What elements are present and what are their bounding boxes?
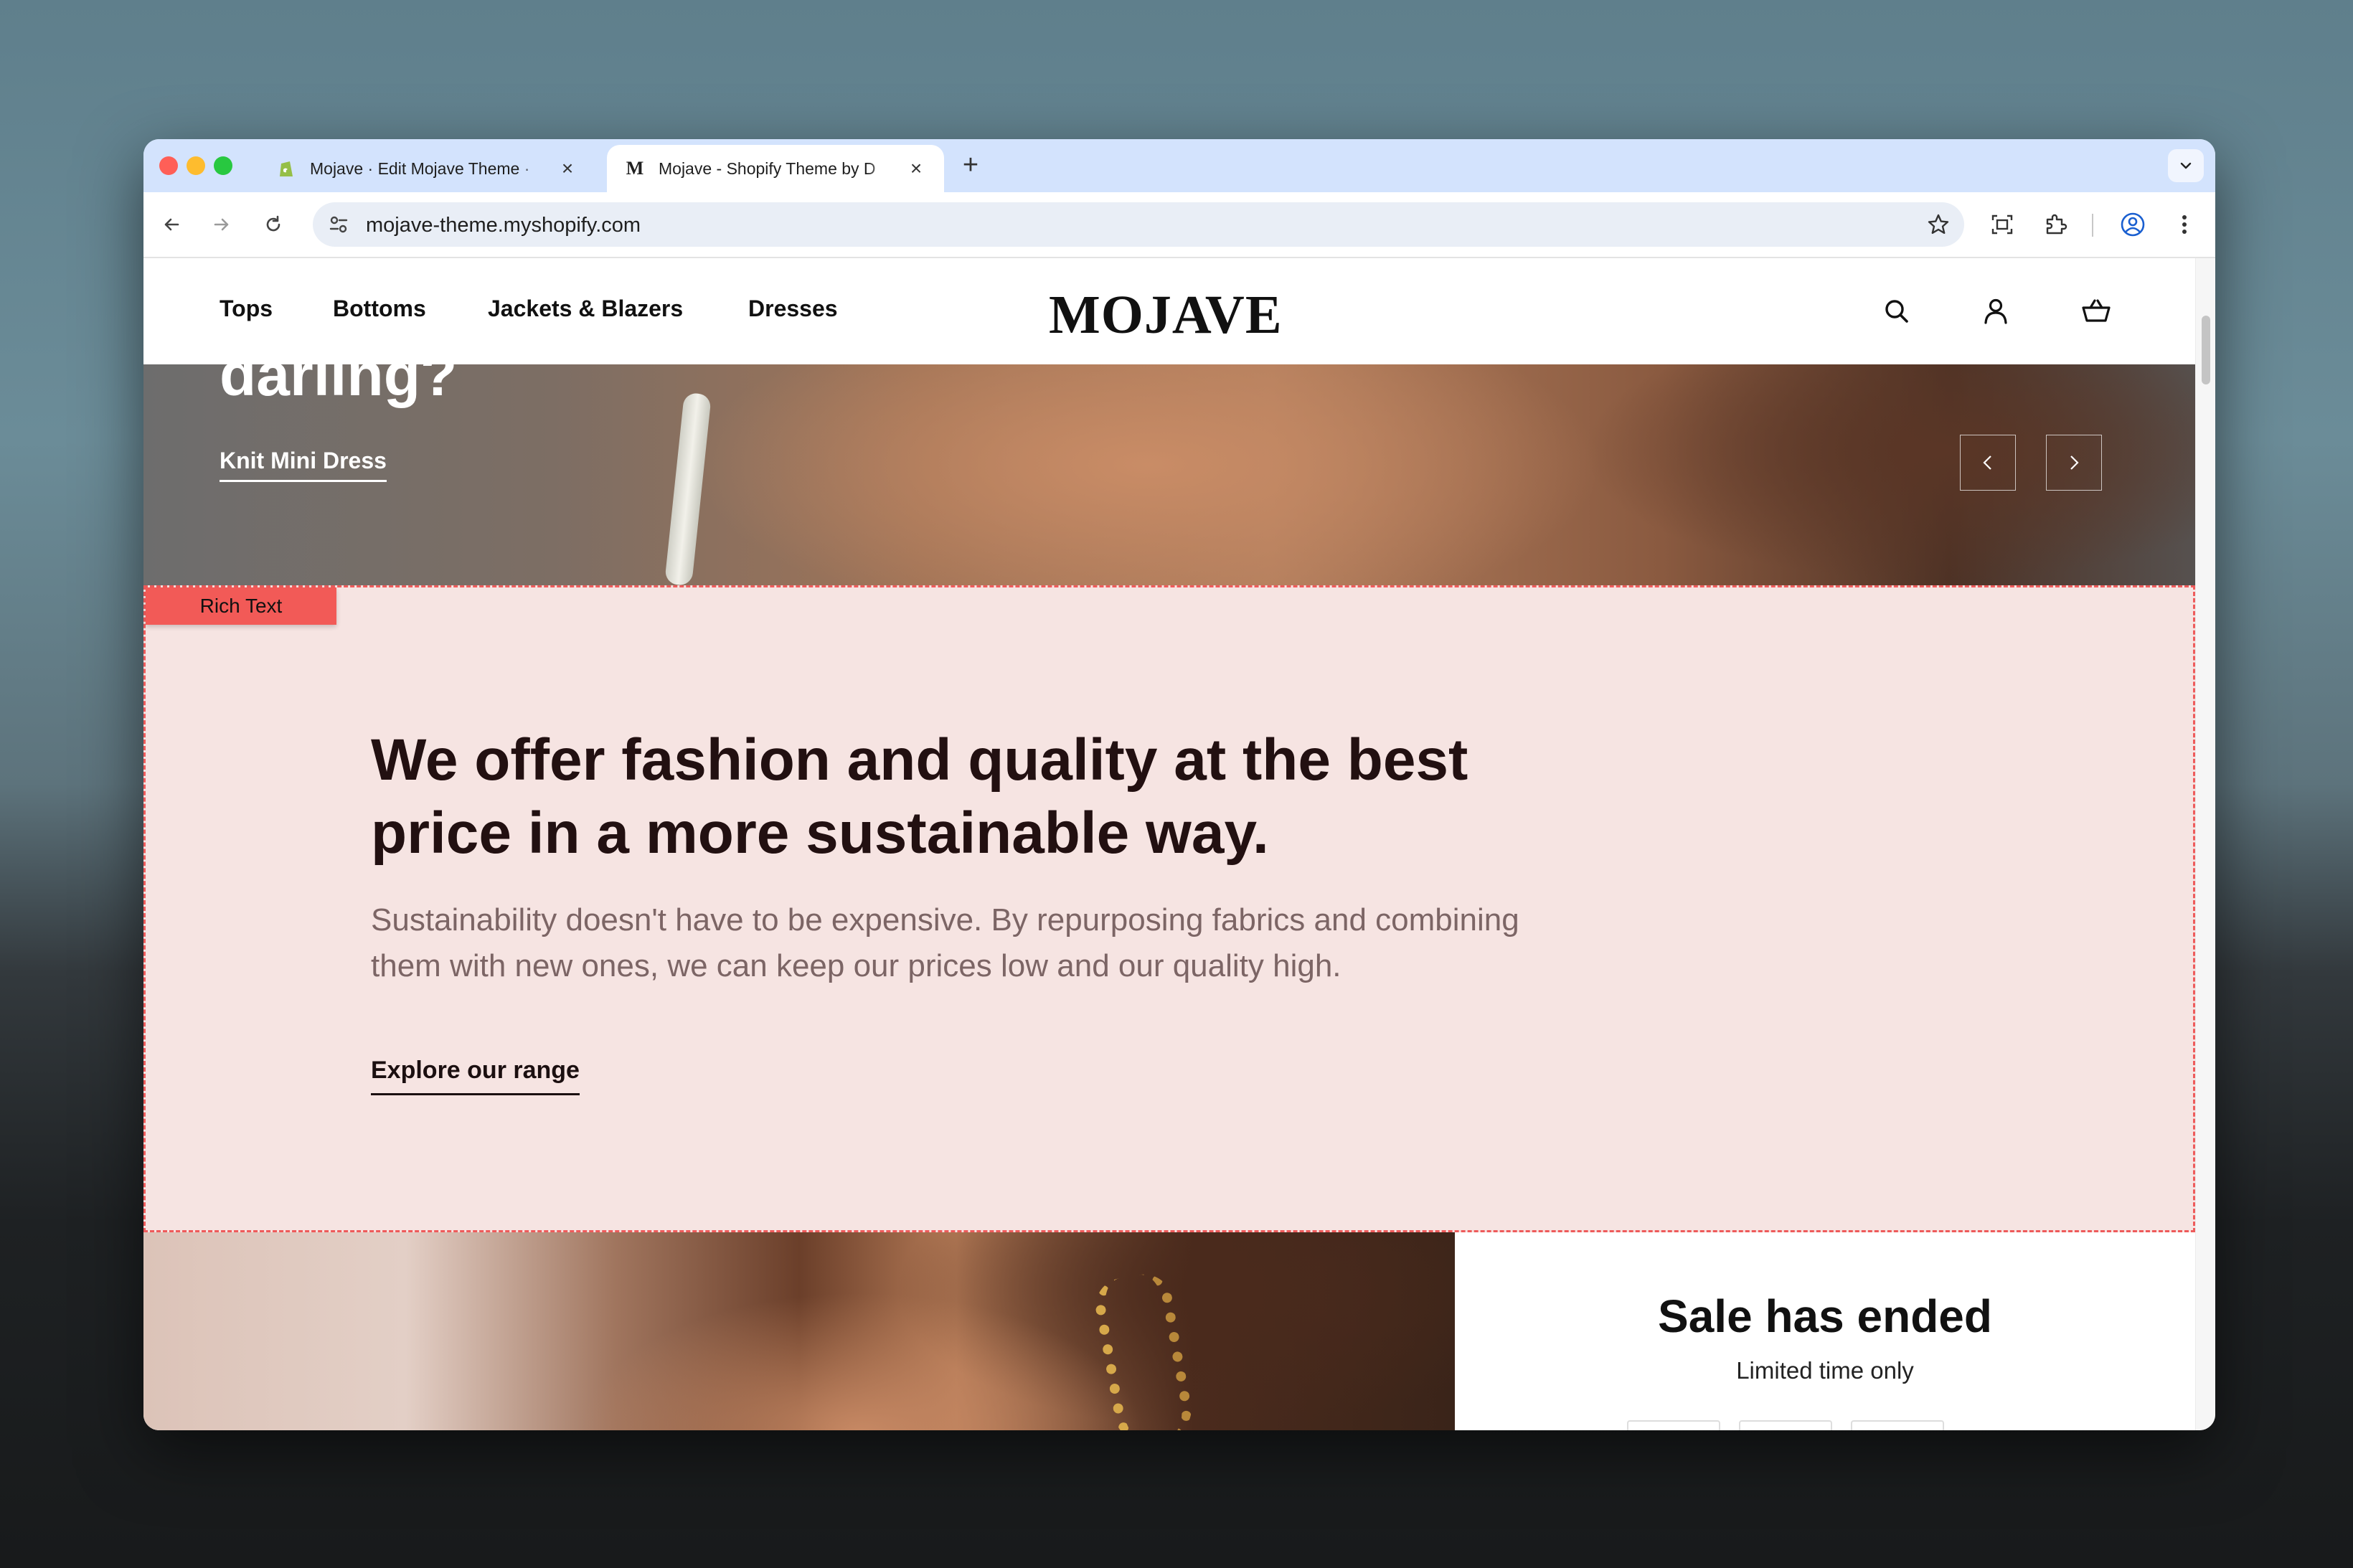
slide-prev-button[interactable] xyxy=(1960,435,2016,491)
sale-subtitle: Limited time only xyxy=(1736,1357,1914,1384)
nav-dresses[interactable]: Dresses xyxy=(748,296,838,322)
new-tab-button[interactable]: + xyxy=(954,149,987,182)
profile-avatar-icon xyxy=(2121,212,2145,237)
browser-toolbar: mojave-theme.myshopify.com xyxy=(143,192,2215,258)
web-page: Tops Bottoms Jackets & Blazers Dresses M… xyxy=(143,258,2195,1430)
site-settings-icon[interactable] xyxy=(326,212,352,237)
hero-cta-link[interactable]: Knit Mini Dress xyxy=(220,448,387,482)
tab-close-icon[interactable]: × xyxy=(905,157,927,180)
mojave-favicon-icon: M xyxy=(626,158,644,179)
browser-menu-button[interactable] xyxy=(2168,208,2201,241)
arrow-right-icon xyxy=(214,218,229,231)
screen-capture-icon xyxy=(1991,214,2013,235)
chevron-right-icon xyxy=(2070,455,2079,470)
nav-tops[interactable]: Tops xyxy=(220,296,273,322)
tab-search-button[interactable] xyxy=(2168,149,2204,182)
nav-bottoms[interactable]: Bottoms xyxy=(333,296,426,322)
countdown-box xyxy=(1851,1420,1944,1430)
reload-icon xyxy=(266,215,280,232)
url-text[interactable]: mojave-theme.myshopify.com xyxy=(366,214,641,237)
hero-image-detail xyxy=(664,392,712,585)
account-icon[interactable] xyxy=(1979,294,2013,329)
rich-text-section[interactable]: Rich Text We offer fashion and quality a… xyxy=(143,585,2195,1232)
bookmark-star-icon[interactable] xyxy=(1925,212,1951,237)
address-bar[interactable]: mojave-theme.myshopify.com xyxy=(313,202,1964,247)
scrollbar-thumb[interactable] xyxy=(2202,316,2210,384)
forward-button[interactable] xyxy=(205,208,238,241)
tab-strip: Mojave · Edit Mojave Theme · × M Mojave … xyxy=(143,139,2215,192)
cart-icon[interactable] xyxy=(2079,294,2113,329)
nav-jackets-blazers[interactable]: Jackets & Blazers xyxy=(488,296,683,322)
close-window-button[interactable] xyxy=(159,156,178,175)
rich-text-heading: We offer fashion and quality at the best… xyxy=(371,727,1468,866)
sale-countdown: Sale has ended Limited time only xyxy=(1455,1232,2195,1430)
countdown-box xyxy=(1627,1420,1720,1430)
section-label-badge[interactable]: Rich Text xyxy=(146,587,336,625)
site-logo[interactable]: MOJAVE xyxy=(1049,284,1283,346)
page-scrollbar[interactable] xyxy=(2195,258,2215,1430)
puzzle-icon xyxy=(2046,214,2067,235)
screenshot-button[interactable] xyxy=(1986,208,2019,241)
arrow-left-icon xyxy=(164,218,179,231)
countdown-box xyxy=(1739,1420,1832,1430)
tab-title: Mojave · Edit Mojave Theme · xyxy=(310,159,530,178)
search-icon[interactable] xyxy=(1880,294,1914,329)
explore-range-link[interactable]: Explore our range xyxy=(371,1057,580,1095)
tab-storefront[interactable]: M Mojave - Shopify Theme by D × xyxy=(607,145,944,192)
hero-slideshow: darling? Knit Mini Dress xyxy=(143,364,2195,585)
site-header: Tops Bottoms Jackets & Blazers Dresses M… xyxy=(143,258,2195,364)
hero-heading: darling? xyxy=(220,364,458,408)
sale-title: Sale has ended xyxy=(1658,1290,1992,1342)
tab-title: Mojave - Shopify Theme by D xyxy=(659,159,876,178)
shopify-icon xyxy=(280,161,293,176)
necklace-detail xyxy=(1090,1270,1197,1430)
minimize-window-button[interactable] xyxy=(187,156,205,175)
reload-button[interactable] xyxy=(257,208,290,241)
promo-image xyxy=(143,1232,1455,1430)
extensions-button[interactable] xyxy=(2039,208,2072,241)
profile-button[interactable] xyxy=(2116,208,2149,241)
chevron-left-icon xyxy=(1983,455,1991,470)
tab-close-icon[interactable]: × xyxy=(557,157,578,180)
toolbar-divider xyxy=(2092,214,2093,237)
back-button[interactable] xyxy=(155,208,188,241)
zoom-window-button[interactable] xyxy=(214,156,232,175)
chevron-down-icon xyxy=(2180,162,2192,169)
rich-text-body: Sustainability doesn't have to be expens… xyxy=(371,902,1519,983)
more-vertical-icon xyxy=(2182,215,2187,234)
browser-window: Mojave · Edit Mojave Theme · × M Mojave … xyxy=(143,139,2215,1430)
tab-editor[interactable]: Mojave · Edit Mojave Theme · × xyxy=(258,145,595,192)
slide-next-button[interactable] xyxy=(2046,435,2102,491)
